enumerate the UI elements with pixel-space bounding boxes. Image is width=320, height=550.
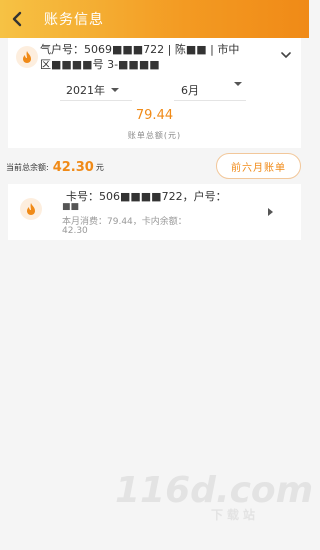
account-info-line1: 气户号：5069■■■722 | 陈■■ | 市中: [40, 43, 240, 56]
month-picker-underline: [174, 100, 246, 101]
account-info-line2: 区■■■■号 3-■■■■: [40, 58, 160, 71]
chevron-right-icon: [268, 208, 273, 216]
site-watermark: 116d.com 下载站: [115, 470, 313, 530]
card-owner-text: ■■: [62, 202, 80, 212]
balance-value: 42.30: [52, 159, 94, 175]
card-balance-text: 42.30: [62, 226, 88, 236]
page-title: 账务信息: [44, 12, 104, 28]
dropdown-triangle-icon: [111, 88, 119, 92]
balance-unit: 元: [95, 162, 104, 172]
balance-row: 当前总余额: 42.30 元 前六月账单: [0, 152, 309, 182]
month-value: 6月: [181, 84, 199, 97]
month-picker[interactable]: 6月: [181, 82, 199, 98]
account-card: 气户号：5069■■■722 | 陈■■ | 市中 区■■■■号 3-■■■■ …: [8, 38, 301, 148]
year-picker-underline: [60, 100, 132, 101]
watermark-main: 116d.com: [115, 470, 314, 511]
history-bill-button[interactable]: 前六月账单: [216, 153, 301, 179]
flame-icon: [27, 203, 35, 215]
watermark-sub: 下载站: [211, 508, 260, 522]
gas-card-item[interactable]: 卡号：506■■■■722，户号： ■■ 本月消费：79.44，卡内余额： 42…: [8, 184, 301, 240]
chevron-left-icon: [12, 11, 22, 27]
header-bar: 账务信息: [0, 0, 309, 38]
bill-total-label: 账单总额(元): [127, 131, 182, 140]
back-button[interactable]: [2, 0, 32, 38]
year-value: 2021年: [66, 84, 105, 97]
card-number-text: 卡号：506■■■■722，户号：: [66, 190, 227, 203]
balance-label: 当前总余额:: [6, 162, 49, 172]
account-info: 气户号：5069■■■722 | 陈■■ | 市中 区■■■■号 3-■■■■: [40, 42, 278, 72]
flame-badge: [20, 198, 42, 220]
flame-icon: [23, 51, 31, 63]
month-dropdown[interactable]: [228, 82, 242, 86]
bill-total-value: 79.44: [135, 108, 174, 123]
dropdown-triangle-icon: [234, 82, 242, 86]
chevron-down-icon[interactable]: [281, 50, 291, 60]
flame-badge: [16, 46, 38, 68]
year-picker[interactable]: 2021年: [66, 82, 119, 98]
